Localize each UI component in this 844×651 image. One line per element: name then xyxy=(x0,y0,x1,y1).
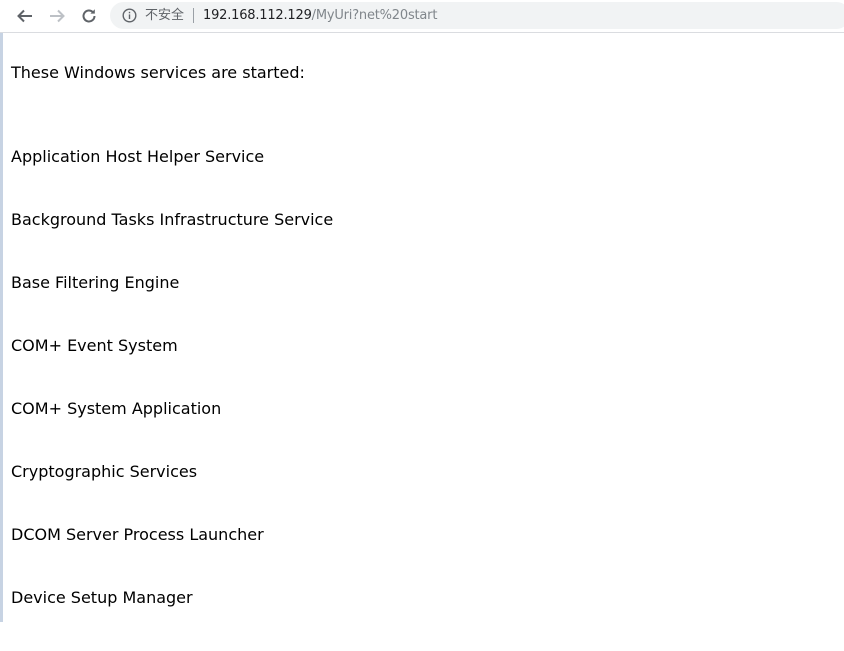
service-item: Base Filtering Engine xyxy=(11,273,180,292)
window-left-edge xyxy=(0,33,3,622)
arrow-left-icon xyxy=(17,9,32,23)
service-item: COM+ Event System xyxy=(11,336,178,355)
back-button[interactable] xyxy=(12,3,38,29)
reload-icon xyxy=(82,9,96,23)
url-path: /MyUri?net%20start xyxy=(311,8,438,23)
security-status-label[interactable]: 不安全 xyxy=(145,7,184,24)
address-bar[interactable]: 不安全 192.168.112.129/MyUri?net%20start xyxy=(110,2,844,29)
service-list: Application Host Helper Service Backgrou… xyxy=(11,147,333,651)
arrow-right-icon xyxy=(50,9,65,23)
info-circle-icon[interactable] xyxy=(122,8,137,23)
intro-text: These Windows services are started: xyxy=(11,63,305,82)
service-item: COM+ System Application xyxy=(11,399,222,418)
divider xyxy=(193,8,194,23)
service-item: Background Tasks Infrastructure Service xyxy=(11,210,334,229)
service-item: Cryptographic Services xyxy=(11,462,198,481)
browser-toolbar: 不安全 192.168.112.129/MyUri?net%20start xyxy=(0,0,844,33)
reload-button[interactable] xyxy=(76,3,102,29)
service-item: DCOM Server Process Launcher xyxy=(11,525,264,544)
service-item: Device Setup Manager xyxy=(11,588,193,607)
url-host: 192.168.112.129 xyxy=(203,8,312,23)
service-item: Application Host Helper Service xyxy=(11,147,265,166)
forward-button[interactable] xyxy=(44,3,70,29)
url-text[interactable]: 192.168.112.129/MyUri?net%20start xyxy=(203,7,437,24)
